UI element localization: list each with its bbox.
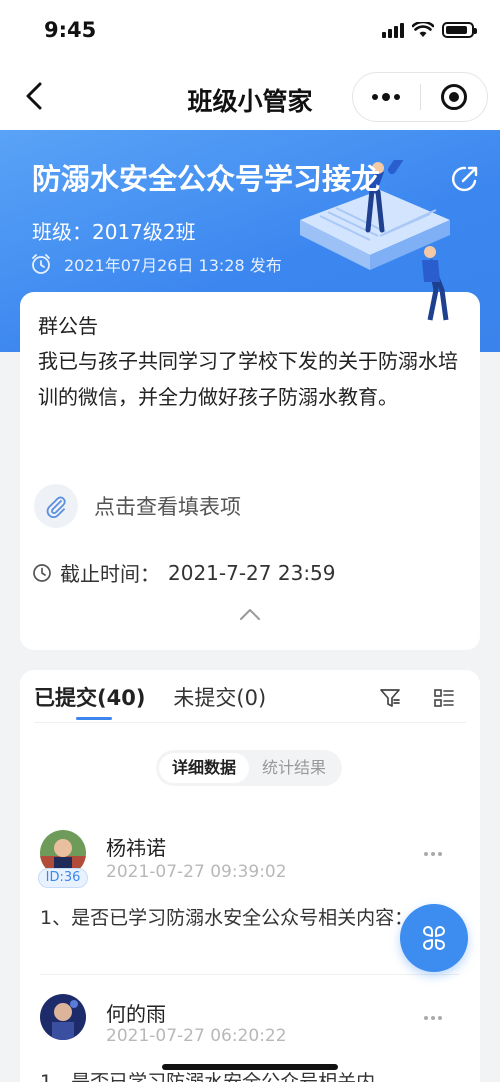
submit-time: 2021-07-27 06:20:22 bbox=[106, 1026, 287, 1046]
clover-menu-icon bbox=[423, 926, 445, 950]
submission-tabs: 已提交(40) 未提交(0) bbox=[34, 682, 266, 726]
tab-submitted-label: 已提交 bbox=[34, 686, 97, 710]
filter-icon[interactable] bbox=[378, 686, 402, 710]
user-name: 何的雨 bbox=[106, 1002, 166, 1026]
share-icon[interactable] bbox=[450, 164, 480, 194]
submissions-card: 已提交(40) 未提交(0) 详细数据 统计结果 ID:36 杨祎诺 2021-… bbox=[20, 670, 480, 1082]
record-target-icon bbox=[440, 84, 467, 110]
home-indicator bbox=[162, 1064, 338, 1070]
alarm-clock-icon bbox=[32, 254, 50, 274]
tab-tools bbox=[378, 686, 456, 710]
tab-not-submitted-count: (0) bbox=[236, 686, 267, 710]
class-info: 班级：2017级2班 bbox=[32, 216, 196, 245]
clock-icon bbox=[33, 563, 51, 582]
activity-title: 防溺水安全公众号学习接龙 bbox=[32, 162, 381, 196]
tab-not-submitted-label: 未提交 bbox=[173, 686, 237, 710]
signal-icon bbox=[382, 22, 404, 38]
notice-card: 群公告 我已与孩子共同学习了学校下发的关于防溺水培训的微信，并全力做好孩子防溺水… bbox=[20, 292, 480, 650]
chevron-up-icon[interactable] bbox=[238, 606, 262, 622]
more-dots-icon bbox=[372, 93, 401, 101]
user-name: 杨祎诺 bbox=[106, 836, 166, 860]
more-icon[interactable] bbox=[424, 1016, 442, 1020]
wifi-icon bbox=[412, 22, 434, 37]
tab-not-submitted[interactable]: 未提交(0) bbox=[173, 682, 266, 726]
nav-bar: 班级小管家 bbox=[0, 62, 500, 130]
floating-menu-button[interactable] bbox=[400, 904, 468, 972]
tab-submitted-count: (40) bbox=[97, 686, 146, 710]
status-time: 9:45 bbox=[44, 18, 97, 42]
option-detail-data[interactable]: 详细数据 bbox=[159, 753, 249, 783]
class-value: 2017级2班 bbox=[92, 220, 196, 244]
deadline: 截止时间： 2021-7-27 23:59 bbox=[32, 558, 336, 587]
paperclip-circle bbox=[34, 484, 78, 528]
publish-time-text: 2021年07月26日 13:28 发布 bbox=[64, 256, 282, 275]
paperclip-icon bbox=[46, 496, 66, 518]
more-menu-button[interactable] bbox=[353, 73, 420, 121]
option-statistics[interactable]: 统计结果 bbox=[249, 753, 339, 783]
tab-submitted[interactable]: 已提交(40) bbox=[34, 682, 145, 726]
submit-time: 2021-07-27 09:39:02 bbox=[106, 862, 287, 882]
list-view-icon[interactable] bbox=[432, 686, 456, 710]
entry-divider bbox=[40, 974, 460, 975]
publish-time: 2021年07月26日 13:28 发布 bbox=[30, 252, 282, 276]
deadline-label: 截止时间： bbox=[60, 562, 160, 586]
close-capsule-button[interactable] bbox=[421, 73, 488, 121]
battery-icon bbox=[442, 22, 477, 38]
view-mode-toggle: 详细数据 统计结果 bbox=[156, 750, 342, 786]
class-label: 班级： bbox=[32, 220, 92, 244]
tab-divider bbox=[34, 722, 466, 723]
more-icon[interactable] bbox=[424, 852, 442, 856]
view-form-fields-link[interactable]: 点击查看填表项 bbox=[34, 484, 241, 528]
answer-text: 1、是否已学习防溺水安全公众号相关内容： 是 bbox=[40, 907, 439, 929]
mini-program-capsule bbox=[352, 72, 488, 122]
id-badge: ID:36 bbox=[38, 868, 88, 888]
attachment-label: 点击查看填表项 bbox=[94, 495, 241, 519]
status-bar: 9:45 bbox=[0, 0, 500, 62]
notice-body: 我已与孩子共同学习了学校下发的关于防溺水培训的微信，并全力做好孩子防溺水教育。 bbox=[38, 349, 458, 409]
status-icons bbox=[382, 22, 477, 38]
avatar bbox=[40, 994, 86, 1040]
deadline-value: 2021-7-27 23:59 bbox=[168, 560, 336, 585]
